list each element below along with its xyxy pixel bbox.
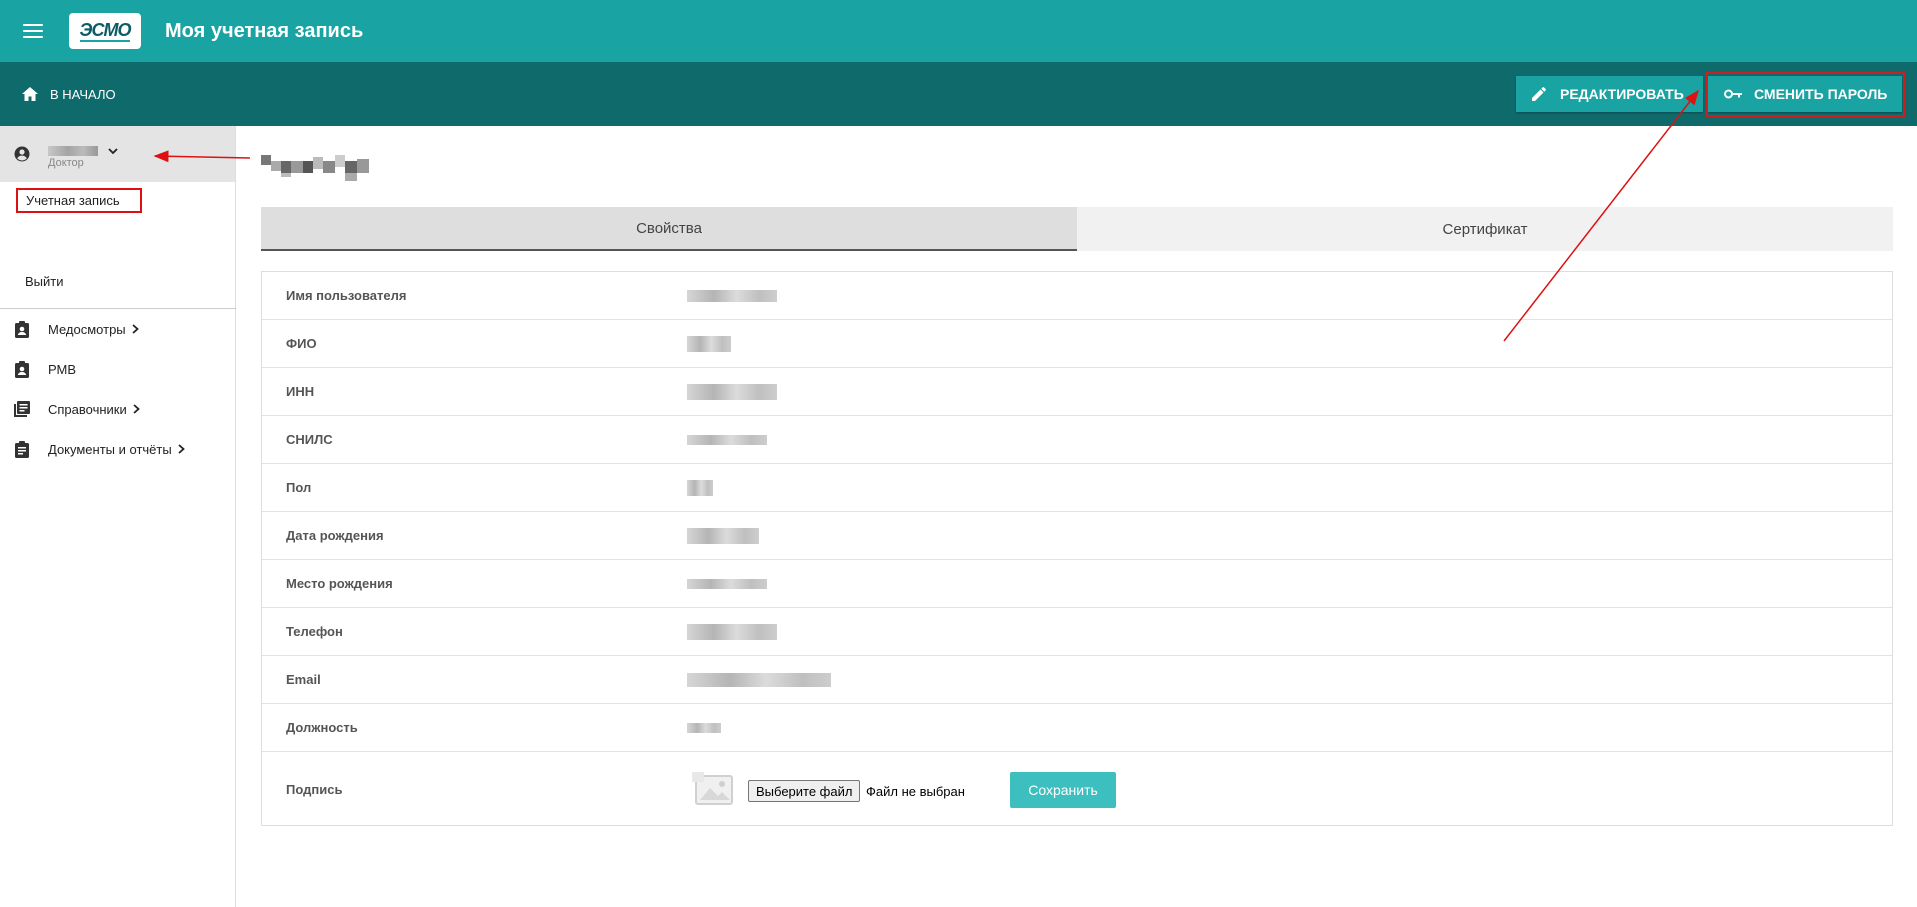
- edit-button-label: РЕДАКТИРОВАТЬ: [1560, 86, 1684, 102]
- image-placeholder-icon: [692, 772, 733, 805]
- divider: [0, 308, 236, 309]
- property-value-redacted: [687, 527, 759, 544]
- chevron-right-icon: [133, 404, 140, 414]
- home-label: В НАЧАЛО: [50, 86, 116, 102]
- property-value-redacted: [687, 578, 767, 589]
- save-button[interactable]: Сохранить: [1010, 772, 1116, 808]
- clipboard-account-icon: [15, 360, 29, 378]
- property-label: Подпись: [286, 781, 343, 797]
- sidebar-item-label: РМВ: [48, 361, 77, 377]
- table-row: Дата рождения: [262, 512, 1892, 560]
- property-value-redacted: [687, 383, 777, 400]
- top-app-bar: ЭСМО Моя учетная запись: [0, 0, 1917, 62]
- property-label: Email: [286, 672, 321, 687]
- chevron-right-icon: [132, 324, 139, 334]
- user-name: [48, 146, 118, 156]
- highlight-box: [1706, 72, 1905, 117]
- home-link[interactable]: В НАЧАЛО: [22, 62, 116, 126]
- choose-file-button[interactable]: Выберите файл: [748, 780, 861, 802]
- sidebar-item-rmv[interactable]: РМВ: [0, 354, 236, 384]
- user-name-redacted: [48, 146, 98, 156]
- sidebar-item-label: Документы и отчёты: [48, 441, 172, 457]
- user-menu[interactable]: Доктор: [0, 126, 235, 182]
- action-bar: В НАЧАЛО РЕДАКТИРОВАТЬ СМЕНИТЬ ПАРОЛЬ: [0, 62, 1917, 126]
- pencil-icon: [1532, 87, 1546, 101]
- sidebar-item-medosmotry[interactable]: Медосмотры: [0, 314, 236, 344]
- tab-certificate[interactable]: Сертификат: [1077, 207, 1893, 251]
- file-status: Файл не выбран: [866, 784, 965, 799]
- table-row: Email: [262, 656, 1892, 704]
- tabs: Свойства Сертификат: [261, 207, 1893, 251]
- property-label: СНИЛС: [286, 432, 333, 447]
- user-info: Доктор: [48, 146, 118, 169]
- property-label: ФИО: [286, 336, 317, 351]
- app-logo[interactable]: ЭСМО: [69, 13, 141, 49]
- tab-properties[interactable]: Свойства: [261, 207, 1077, 251]
- property-value-redacted: [687, 672, 831, 687]
- table-row: Пол: [262, 464, 1892, 512]
- sidebar-item-spravochniki[interactable]: Справочники: [0, 394, 236, 424]
- table-row: Место рождения: [262, 560, 1892, 608]
- home-icon: [22, 87, 38, 101]
- clipboard-text-icon: [15, 440, 29, 458]
- chevron-down-icon: [108, 147, 118, 154]
- property-value-redacted: [687, 722, 721, 733]
- page-title: Моя учетная запись: [165, 19, 364, 42]
- clipboard-account-icon: [15, 320, 29, 338]
- table-row: Должность: [262, 704, 1892, 752]
- menu-icon[interactable]: [0, 0, 66, 62]
- account-link[interactable]: Учетная запись: [16, 188, 142, 213]
- sidebar-item-label: Справочники: [48, 401, 127, 417]
- logout-link[interactable]: Выйти: [25, 274, 64, 289]
- signature-row: Подпись Выберите файл Файл не выбран Сох…: [262, 752, 1892, 826]
- sidebar-item-documents[interactable]: Документы и отчёты: [0, 434, 236, 464]
- property-value-redacted: [687, 335, 731, 352]
- chevron-right-icon: [178, 444, 185, 454]
- logo-text: ЭСМО: [79, 20, 131, 42]
- table-row: Телефон: [262, 608, 1892, 656]
- table-row: СНИЛС: [262, 416, 1892, 464]
- properties-table: Имя пользователя ФИО ИНН СНИЛС Пол Дата …: [261, 271, 1893, 826]
- property-value-redacted: [687, 289, 777, 302]
- property-label: ИНН: [286, 384, 315, 399]
- user-fullname-redacted: [261, 155, 369, 181]
- account-circle-icon: [14, 146, 30, 162]
- table-row: ИНН: [262, 368, 1892, 416]
- table-row: Имя пользователя: [262, 272, 1892, 320]
- edit-button[interactable]: РЕДАКТИРОВАТЬ: [1516, 76, 1703, 112]
- property-label: Телефон: [286, 624, 343, 639]
- user-role: Доктор: [48, 157, 84, 169]
- book-list-icon: [14, 401, 30, 417]
- property-label: Должность: [286, 720, 358, 735]
- property-label: Имя пользователя: [286, 288, 407, 303]
- property-label: Дата рождения: [286, 528, 384, 543]
- property-value-redacted: [687, 479, 713, 496]
- sidebar: Доктор Учетная запись Выйти Медосмотры Р…: [0, 126, 236, 907]
- sidebar-item-label: Медосмотры: [48, 321, 126, 337]
- property-value-redacted: [687, 623, 777, 640]
- property-label: Пол: [286, 480, 312, 495]
- table-row: ФИО: [262, 320, 1892, 368]
- property-value-redacted: [687, 434, 767, 445]
- property-label: Место рождения: [286, 576, 393, 591]
